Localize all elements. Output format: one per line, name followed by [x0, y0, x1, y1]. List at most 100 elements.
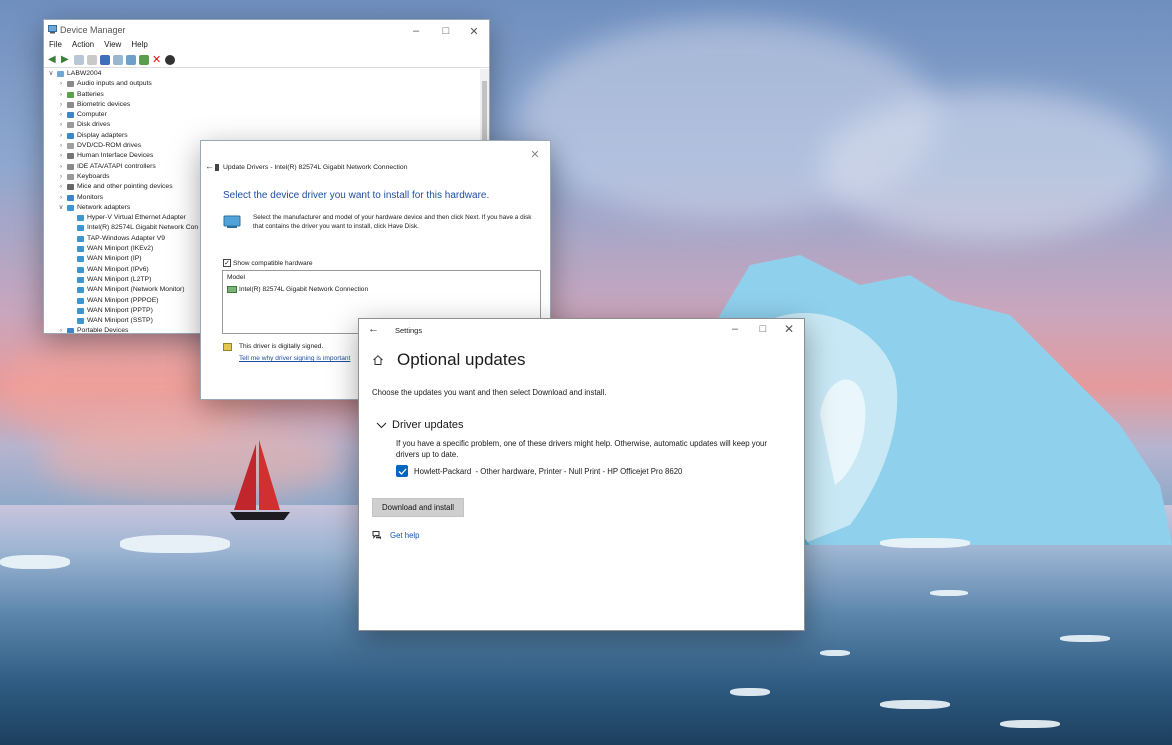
tree-item-label: Display adapters: [77, 131, 128, 139]
chevron-down-icon: [376, 422, 387, 428]
close-button[interactable]: ✕: [520, 143, 550, 165]
minimize-button[interactable]: –: [720, 319, 750, 339]
chevron-right-icon[interactable]: ›: [57, 151, 65, 161]
disable-device-icon[interactable]: [165, 55, 175, 65]
menu-view[interactable]: View: [104, 40, 121, 53]
menu-action[interactable]: Action: [72, 40, 94, 53]
tree-item-label: Biometric devices: [77, 100, 131, 108]
forward-arrow-icon[interactable]: ▶: [61, 55, 71, 65]
chevron-down-icon[interactable]: ∨: [57, 203, 65, 213]
hid-icon: [67, 153, 74, 160]
driver-signing-link[interactable]: Tell me why driver signing is important: [239, 355, 350, 362]
tree-item-label: WAN Miniport (L2TP): [87, 275, 152, 283]
scan-hardware-icon[interactable]: [126, 55, 136, 65]
portable-device-icon: [67, 328, 74, 333]
chevron-right-icon[interactable]: ›: [57, 162, 65, 172]
close-button[interactable]: ✕: [459, 20, 489, 42]
chevron-down-icon[interactable]: ∨: [47, 69, 55, 79]
chevron-right-icon[interactable]: ›: [57, 100, 65, 110]
chevron-right-icon[interactable]: ›: [57, 110, 65, 120]
model-column-header: Model: [227, 274, 245, 281]
tree-item[interactable]: › Audio inputs and outputs: [46, 79, 479, 89]
get-help-link[interactable]: Get help: [372, 530, 419, 540]
tree-item-label: Human Interface Devices: [77, 152, 154, 160]
device-manager-app-icon: [48, 25, 57, 34]
computer-icon: [57, 71, 64, 77]
tree-item[interactable]: › Disk drives: [46, 120, 479, 130]
tree-item[interactable]: ∨ LABW2004: [46, 69, 479, 79]
tree-item-label: IDE ATA/ATAPI controllers: [77, 162, 156, 170]
view-icon[interactable]: [113, 55, 123, 65]
back-arrow-icon[interactable]: ←: [368, 323, 379, 335]
back-arrow-icon[interactable]: ◀: [48, 55, 58, 65]
chevron-right-icon[interactable]: ›: [57, 182, 65, 192]
dialog-heading: Select the device driver you want to ins…: [223, 190, 490, 201]
battery-icon: [67, 91, 74, 98]
menu-file[interactable]: File: [49, 40, 62, 53]
menu-help[interactable]: Help: [131, 40, 147, 53]
maximize-button[interactable]: □: [431, 20, 461, 42]
chevron-right-icon[interactable]: ›: [57, 120, 65, 130]
list-item[interactable]: Intel(R) 82574L Gigabit Network Connecti…: [227, 286, 368, 293]
tree-item-label: Mice and other pointing devices: [77, 183, 173, 191]
properties-icon[interactable]: [87, 55, 97, 65]
section-title: Driver updates: [392, 419, 464, 431]
chevron-right-icon[interactable]: ›: [57, 131, 65, 141]
download-and-install-button[interactable]: Download and install: [372, 498, 464, 517]
tree-item-label: WAN Miniport (Network Monitor): [87, 286, 185, 294]
driver-update-item[interactable]: Howlett-Packard - Other hardware, Printe…: [396, 465, 682, 477]
tree-item[interactable]: › Computer: [46, 110, 479, 120]
tree-item-label: Computer: [77, 111, 107, 119]
close-button[interactable]: ✕: [774, 319, 804, 339]
network-adapter-icon: [77, 318, 84, 325]
driver-updates-header[interactable]: Driver updates: [376, 419, 464, 431]
section-description: If you have a specific problem, one of t…: [396, 439, 767, 459]
tree-item-label: Network adapters: [77, 203, 131, 211]
minimize-button[interactable]: –: [401, 20, 431, 42]
chevron-right-icon[interactable]: ›: [57, 326, 65, 333]
update-driver-icon[interactable]: [139, 55, 149, 65]
hardware-icon: [223, 215, 241, 229]
chat-help-icon: [372, 531, 381, 540]
back-arrow-icon[interactable]: ←: [205, 161, 214, 171]
chevron-right-icon[interactable]: ›: [57, 90, 65, 100]
network-adapter-icon: [77, 307, 84, 314]
tree-item-label: Hyper-V Virtual Ethernet Adapter: [87, 214, 186, 222]
uninstall-device-icon[interactable]: ✕: [152, 55, 162, 66]
display-adapter-icon: [67, 132, 74, 139]
page-intro: Choose the updates you want and then sel…: [372, 388, 607, 397]
tree-item-label: WAN Miniport (IKEv2): [87, 245, 154, 253]
tree-item-label: Keyboards: [77, 172, 110, 180]
dialog-description: Select the manufacturer and model of you…: [253, 214, 532, 230]
model-item-label: Intel(R) 82574L Gigabit Network Connecti…: [239, 286, 369, 293]
network-adapter-icon: [77, 266, 84, 273]
network-adapter-icon: [77, 215, 84, 222]
tree-item-label: Monitors: [77, 193, 104, 201]
monitor-icon: [67, 194, 74, 201]
help-icon[interactable]: [100, 55, 110, 65]
update-checkbox[interactable]: [396, 465, 408, 477]
monitor-icon: [67, 112, 74, 119]
show-compatible-checkbox[interactable]: ✓ Show compatible hardware: [223, 259, 313, 267]
tree-item-label: WAN Miniport (IPv6): [87, 265, 149, 273]
chevron-right-icon[interactable]: ›: [57, 79, 65, 89]
tree-item[interactable]: › Biometric devices: [46, 100, 479, 110]
tree-item-label: LABW2004: [67, 70, 102, 77]
tree-item[interactable]: › Batteries: [46, 90, 479, 100]
show-compatible-label: Show compatible hardware: [233, 259, 313, 267]
show-hide-tree-icon[interactable]: [74, 55, 84, 65]
signed-status-text: This driver is digitally signed.: [239, 343, 324, 350]
tree-item-label: Batteries: [77, 90, 104, 98]
tree-item-label: WAN Miniport (SSTP): [87, 317, 153, 325]
checkbox-icon[interactable]: ✓: [223, 259, 231, 267]
network-adapter-icon: [77, 246, 84, 253]
network-adapter-icon: [77, 297, 84, 304]
checkmark-icon: [398, 468, 406, 475]
chevron-right-icon[interactable]: ›: [57, 172, 65, 182]
network-adapter-icon: [77, 256, 84, 263]
home-icon: [372, 354, 384, 366]
chevron-right-icon[interactable]: ›: [57, 193, 65, 203]
network-adapter-icon: [67, 204, 74, 211]
chevron-right-icon[interactable]: ›: [57, 141, 65, 151]
dialog-title: Update Drivers - Intel(R) 82574L Gigabit…: [223, 164, 408, 171]
